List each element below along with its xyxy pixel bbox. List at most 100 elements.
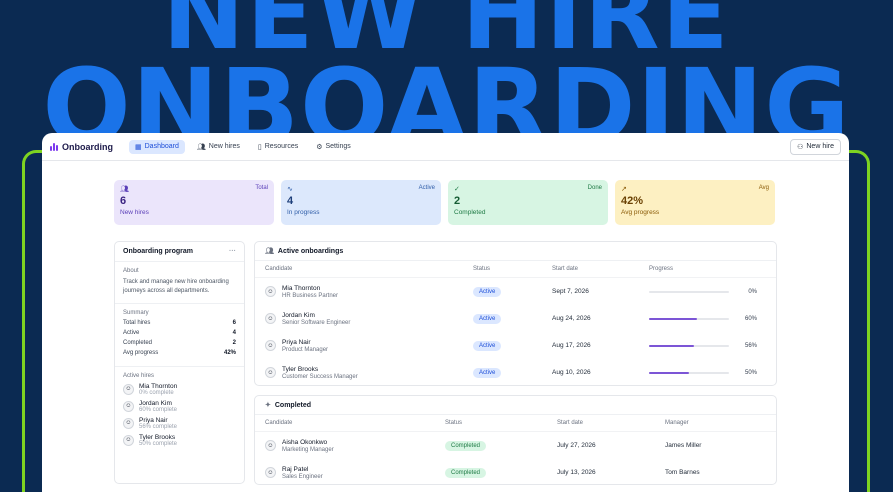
candidate-name: Mia Thornton — [282, 284, 321, 292]
avatar: ☺ — [265, 467, 276, 478]
manager-name: Tom Barnes — [665, 469, 700, 476]
start-date: Aug 10, 2026 — [552, 369, 591, 376]
table-row[interactable]: ☺ Jordan Kim Senior Software Engineer Activ… — [255, 305, 776, 332]
start-date: Aug 24, 2026 — [552, 315, 591, 322]
candidate-role: Customer Success Manager — [282, 373, 358, 380]
nav-settings[interactable]: ⚙ Settings — [310, 140, 357, 154]
progress-percent: 60% — [744, 315, 757, 322]
summary-label: Total hires — [123, 319, 151, 326]
column-header: Start date — [552, 266, 579, 272]
stat-card-total: 👥︎ Total 6 New hires — [114, 180, 274, 225]
hire-progress: 60% complete — [139, 406, 178, 413]
progress-cell: 50% — [649, 370, 757, 376]
active-onboardings-panel: 👥︎ Active onboardings Candidate Status S… — [254, 241, 777, 386]
summary-value: 6 — [232, 319, 236, 326]
progress-bar — [649, 290, 729, 293]
start-date: July 27, 2026 — [557, 442, 596, 449]
summary-row: Active 4 — [123, 330, 236, 336]
trend-up-icon: ↗ — [621, 186, 627, 193]
users-icon: 👥︎ — [265, 248, 274, 255]
stat-label: In progress — [287, 209, 320, 216]
candidate-cell: ☺ Priya Nair Product Manager — [265, 339, 473, 353]
progress-bar-fill — [649, 344, 694, 347]
brand[interactable]: Onboarding — [50, 142, 113, 152]
candidate-info: Priya Nair Product Manager — [282, 339, 328, 353]
table-row[interactable]: ☺ Mia Thornton HR Business Partner Active Se… — [255, 278, 776, 305]
new-hire-button[interactable]: ⚇ New hire — [790, 138, 841, 155]
active-hires-section: Active hires ☺ Mia Thornton 0% complete ☺ J… — [115, 367, 244, 457]
candidate-role: Senior Software Engineer — [282, 319, 351, 326]
users-icon: 👥︎ — [196, 143, 206, 151]
nav-settings-label: Settings — [325, 143, 351, 150]
candidate-info: Mia Thornton HR Business Partner — [282, 285, 338, 299]
candidate-role: Marketing Manager — [282, 446, 334, 453]
column-header: Candidate — [265, 420, 293, 426]
about-text: Track and manage new hire onboarding jou… — [123, 279, 229, 295]
list-item[interactable]: ☺ Priya Nair 56% complete — [123, 417, 236, 430]
app-window: Onboarding ▦ Dashboard 👥︎ New hires ▯ Re… — [42, 133, 849, 492]
users-icon: 👥︎ — [120, 186, 129, 193]
candidate-info: Jordan Kim Senior Software Engineer — [282, 312, 350, 326]
summary-value: 4 — [232, 329, 236, 336]
column-header: Candidate — [265, 266, 293, 272]
candidate-name: Aisha Okonkwo — [282, 438, 328, 446]
start-date: Sept 7, 2026 — [552, 288, 589, 295]
table-row[interactable]: ☺ Tyler Brooks Customer Success Manager Act… — [255, 359, 776, 386]
nav-resources[interactable]: ▯ Resources — [252, 140, 304, 154]
stat-value: 6 — [120, 195, 127, 207]
table-header: Candidate Status Start date Manager — [255, 415, 776, 432]
stat-tag: Avg — [758, 185, 769, 191]
summary-section: Summary Total hires 6 Active 4 Completed 2 … — [115, 304, 244, 367]
brand-logo-icon — [50, 142, 58, 151]
nav-dashboard[interactable]: ▦ Dashboard — [129, 139, 185, 154]
panel-title: Completed — [274, 401, 312, 409]
candidate-name: Tyler Brooks — [282, 365, 319, 373]
candidate-cell: ☺ Aisha Okonkwo Marketing Manager — [265, 439, 445, 453]
activity-icon: ∿ — [287, 186, 293, 193]
table-row[interactable]: ☺ Raj Patel Sales Engineer Completed July 13… — [255, 459, 776, 486]
stat-card-active: ∿ Active 4 In progress — [281, 180, 441, 225]
summary-label: Avg progress — [123, 349, 159, 356]
summary-label: Completed — [123, 339, 153, 346]
status-badge: Active — [473, 286, 502, 297]
nav-new-hires[interactable]: 👥︎ New hires — [191, 140, 246, 154]
candidate-cell: ☺ Raj Patel Sales Engineer — [265, 466, 445, 480]
progress-bar-fill — [649, 317, 697, 320]
list-item[interactable]: ☺ Mia Thornton 0% complete — [123, 383, 236, 396]
list-item[interactable]: ☺ Jordan Kim 60% complete — [123, 400, 236, 413]
status-badge: Completed — [445, 467, 487, 478]
nav-resources-label: Resources — [264, 143, 299, 150]
status-cell: Active — [473, 286, 552, 297]
stat-value: 2 — [454, 195, 461, 207]
list-item[interactable]: ☺ Tyler Brooks 50% complete — [123, 434, 236, 447]
manager-name: James Miller — [665, 442, 702, 449]
gear-icon: ⚙ — [316, 143, 323, 151]
status-cell: Completed — [445, 440, 557, 451]
avatar: ☺ — [265, 367, 276, 378]
ellipsis-icon[interactable]: ··· — [229, 248, 236, 255]
column-header: Progress — [649, 266, 674, 272]
avatar: ☺ — [265, 286, 276, 297]
candidate-cell: ☺ Jordan Kim Senior Software Engineer — [265, 312, 473, 326]
stat-card-avg: ↗ Avg 42% Avg progress — [615, 180, 775, 225]
progress-bar — [649, 317, 729, 320]
program-sidebar: Onboarding program ··· About Track and m… — [114, 241, 245, 484]
avatar: ☺ — [265, 440, 276, 451]
about-title: About — [123, 268, 139, 274]
status-badge: Active — [473, 313, 502, 324]
status-cell: Active — [473, 340, 552, 351]
hire-progress: 50% complete — [139, 440, 178, 447]
candidate-name: Raj Patel — [282, 465, 309, 473]
table-row[interactable]: ☺ Priya Nair Product Manager Active Aug 17, … — [255, 332, 776, 359]
summary-row: Completed 2 — [123, 340, 236, 346]
progress-bar — [649, 371, 729, 374]
candidate-info: Aisha Okonkwo Marketing Manager — [282, 439, 334, 453]
stat-label: Avg progress — [621, 209, 660, 216]
stat-label: Completed — [454, 209, 486, 216]
candidate-name: Jordan Kim — [282, 311, 315, 319]
start-date: July 13, 2026 — [557, 469, 596, 476]
table-header: Candidate Status Start date Progress — [255, 261, 776, 278]
status-cell: Active — [473, 367, 552, 378]
table-row[interactable]: ☺ Aisha Okonkwo Marketing Manager Completed… — [255, 432, 776, 459]
stat-value: 4 — [287, 195, 294, 207]
